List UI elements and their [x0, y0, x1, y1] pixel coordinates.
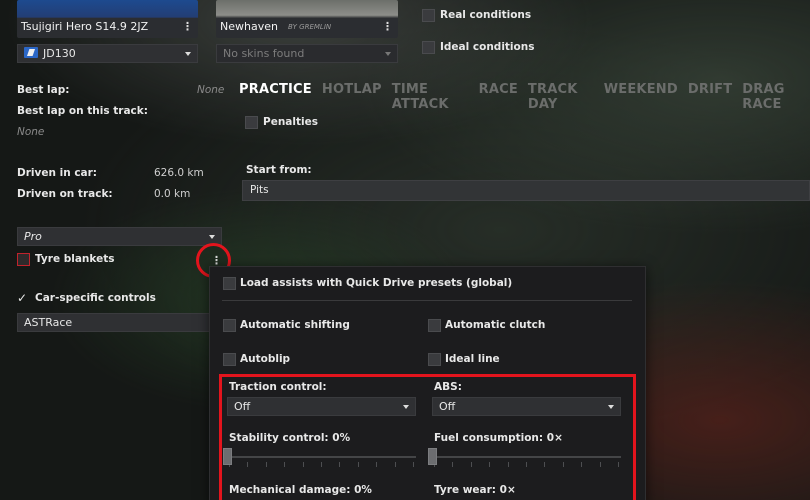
fuel-consumption-thumb[interactable] — [428, 448, 437, 465]
fuel-consumption-ticks — [434, 462, 619, 467]
automatic-shifting-label: Automatic shifting — [240, 319, 350, 331]
popup-divider — [222, 300, 632, 301]
load-presets-label: Load assists with Quick Drive presets (g… — [240, 277, 513, 289]
stability-control-ticks — [229, 462, 414, 467]
tab-drift[interactable]: DRIFT — [688, 82, 732, 112]
chevron-down-icon — [185, 52, 191, 56]
stability-control-slider[interactable] — [227, 456, 416, 458]
car-skin-badge-icon — [24, 47, 38, 58]
stability-control-label: Stability control: 0% — [229, 432, 351, 444]
penalties-checkbox[interactable] — [245, 116, 258, 129]
autoblip-label: Autoblip — [240, 353, 291, 365]
mechanical-damage-label: Mechanical damage: 0% — [229, 484, 372, 496]
best-lap-value: None — [197, 84, 225, 96]
real-conditions-checkbox[interactable] — [422, 9, 435, 22]
traction-control-value: Off — [234, 400, 251, 413]
track-preview-card[interactable]: Newhaven BY GREMLIN ⋮ — [216, 0, 398, 38]
start-from-label: Start from: — [246, 164, 312, 176]
automatic-clutch-checkbox[interactable] — [428, 319, 441, 332]
car-name: Tsujigiri Hero S14.9 2JZ — [21, 20, 149, 33]
tab-drag-race[interactable]: DRAG RACE — [742, 82, 810, 112]
track-name: Newhaven — [220, 20, 278, 33]
chevron-down-icon — [385, 52, 391, 56]
best-lap-label: Best lap: — [17, 84, 70, 96]
difficulty-select[interactable]: Pro — [17, 227, 222, 246]
tab-race[interactable]: RACE — [479, 82, 518, 112]
fuel-consumption-label: Fuel consumption: 0× — [434, 432, 563, 444]
checkmark-icon[interactable]: ✓ — [17, 292, 27, 305]
traction-control-select[interactable]: Off — [227, 397, 416, 416]
tyre-blankets-checkbox[interactable] — [17, 253, 30, 266]
start-from-value: Pits — [250, 184, 269, 196]
fuel-consumption-slider[interactable] — [432, 456, 621, 458]
track-menu-icon[interactable]: ⋮ — [382, 20, 393, 33]
tab-track-day[interactable]: TRACK DAY — [528, 82, 594, 112]
ideal-line-label: Ideal line — [445, 353, 500, 365]
real-conditions-label: Real conditions — [440, 9, 532, 21]
chevron-down-icon — [209, 235, 215, 239]
tab-hotlap[interactable]: HOTLAP — [322, 82, 382, 112]
abs-value: Off — [439, 400, 456, 413]
driven-track-value: 0.0 km — [154, 188, 191, 200]
ideal-conditions-checkbox[interactable] — [422, 41, 435, 54]
abs-label: ABS: — [434, 381, 462, 393]
car-skin-select[interactable]: JD130 — [17, 44, 198, 63]
tyre-wear-label: Tyre wear: 0× — [434, 484, 516, 496]
best-lap-track-label: Best lap on this track: — [17, 105, 148, 117]
track-watermark: BY GREMLIN — [288, 23, 332, 31]
tab-time-attack[interactable]: TIME ATTACK — [392, 82, 469, 112]
tab-practice[interactable]: PRACTICE — [239, 82, 312, 112]
tab-weekend[interactable]: WEEKEND — [604, 82, 678, 112]
automatic-clutch-label: Automatic clutch — [445, 319, 546, 331]
load-presets-checkbox[interactable] — [223, 277, 236, 290]
driven-car-label: Driven in car: — [17, 167, 98, 179]
car-preview-card[interactable]: Tsujigiri Hero S14.9 2JZ ⋮ — [17, 0, 198, 38]
mode-tabs: PRACTICE HOTLAP TIME ATTACK RACE TRACK D… — [239, 82, 810, 112]
start-from-select[interactable]: Pits — [242, 180, 810, 201]
ideal-conditions-label: Ideal conditions — [440, 41, 535, 53]
controls-preset-field[interactable]: ASTRace — [17, 313, 213, 332]
best-lap-track-value: None — [17, 126, 45, 138]
track-skin-select[interactable]: No skins found — [216, 44, 398, 63]
driven-track-label: Driven on track: — [17, 188, 113, 200]
stability-control-thumb[interactable] — [223, 448, 232, 465]
difficulty-value: Pro — [24, 230, 42, 243]
car-menu-icon[interactable]: ⋮ — [182, 20, 193, 33]
driven-car-value: 626.0 km — [154, 167, 204, 179]
car-specific-controls-label: Car-specific controls — [35, 292, 156, 304]
car-skin-value: JD130 — [43, 47, 76, 60]
abs-select[interactable]: Off — [432, 397, 621, 416]
chevron-down-icon — [403, 405, 409, 409]
tyre-blankets-label: Tyre blankets — [35, 253, 115, 265]
track-skin-placeholder: No skins found — [223, 47, 305, 60]
chevron-down-icon — [608, 405, 614, 409]
penalties-label: Penalties — [263, 116, 318, 128]
controls-preset-value: ASTRace — [24, 316, 73, 329]
automatic-shifting-checkbox[interactable] — [223, 319, 236, 332]
ideal-line-checkbox[interactable] — [428, 353, 441, 366]
traction-control-label: Traction control: — [229, 381, 327, 393]
autoblip-checkbox[interactable] — [223, 353, 236, 366]
